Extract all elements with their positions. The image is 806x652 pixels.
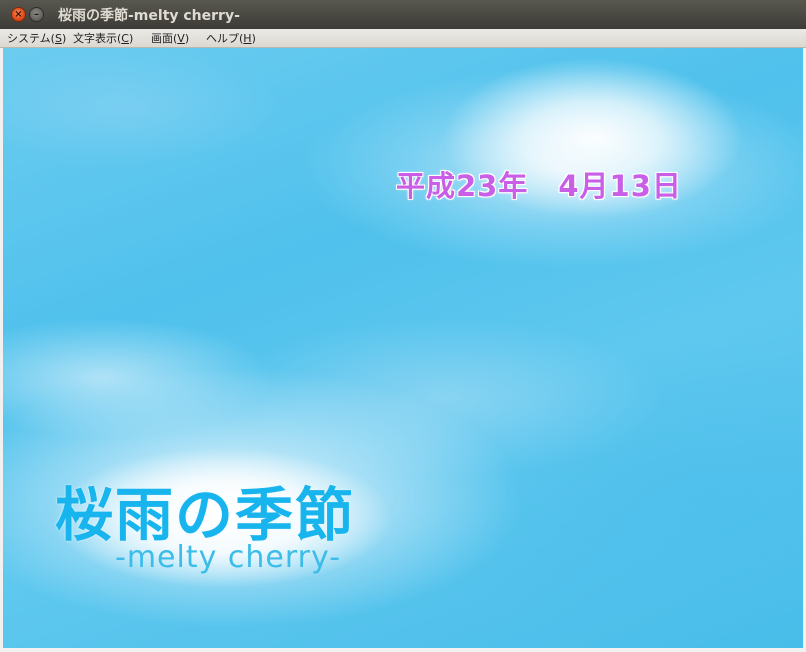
close-icon: ×: [14, 9, 23, 20]
menu-text-display-label: 文字表示(: [73, 32, 122, 45]
minimize-icon: –: [34, 9, 39, 20]
menu-screen[interactable]: 画面(V): [151, 30, 189, 46]
game-logo-subtitle: -melty cherry-: [115, 540, 342, 575]
menu-help[interactable]: ヘルプ(H): [206, 30, 256, 46]
title-bar[interactable]: × – 桜雨の季節-melty cherry-: [0, 0, 806, 30]
window-title: 桜雨の季節-melty cherry-: [58, 8, 240, 24]
close-button[interactable]: ×: [11, 7, 26, 22]
menu-system-suffix: ): [61, 32, 67, 45]
in-game-date: 平成23年 4月13日: [396, 169, 682, 203]
menu-help-key: H: [243, 32, 252, 45]
menu-system-key: S: [54, 32, 62, 45]
menu-text-display[interactable]: 文字表示(C): [73, 30, 133, 46]
menu-help-suffix: ): [251, 32, 256, 45]
menu-text-display-key: C: [121, 32, 129, 45]
menu-help-label: ヘルプ(: [206, 32, 244, 45]
menu-screen-suffix: ): [184, 32, 190, 45]
minimize-button[interactable]: –: [29, 7, 44, 22]
app-window: × – 桜雨の季節-melty cherry- システム(S) 文字表示(C) …: [0, 0, 806, 652]
menu-screen-key: V: [177, 32, 185, 45]
menu-system[interactable]: システム(S): [7, 30, 66, 46]
menu-bar: システム(S) 文字表示(C) 画面(V) ヘルプ(H): [0, 29, 806, 48]
menu-text-display-suffix: ): [128, 32, 134, 45]
game-screen[interactable]: 平成23年 4月13日 桜雨の季節 -melty cherry-: [3, 48, 803, 648]
menu-system-label: システム(: [7, 32, 55, 45]
menu-screen-label: 画面(: [151, 32, 178, 45]
